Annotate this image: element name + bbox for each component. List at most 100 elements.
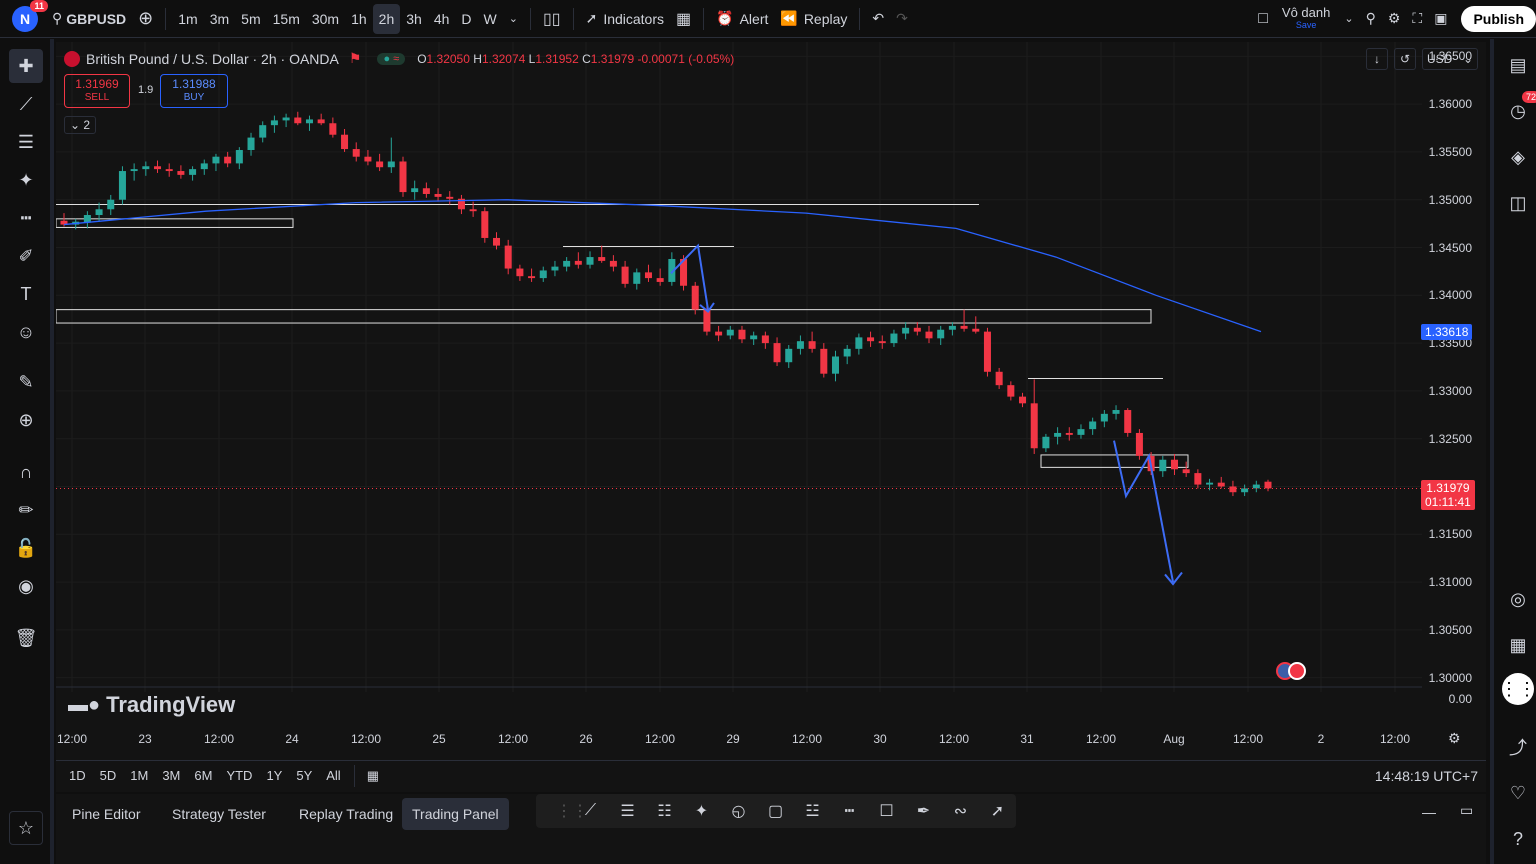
zoom-in-tool[interactable]: ⊕ xyxy=(9,403,43,437)
snapshot-button[interactable]: ▣ xyxy=(1428,0,1453,38)
redo-button[interactable]: ↷ xyxy=(890,0,914,38)
notifications-button[interactable]: ♡ xyxy=(1502,777,1534,809)
chart-type-button[interactable]: ▯▯ xyxy=(537,0,567,38)
range-ytd[interactable]: YTD xyxy=(219,768,259,783)
sync-button[interactable]: ↺ xyxy=(1394,48,1416,70)
apps-button[interactable]: ⋮⋮ xyxy=(1500,673,1536,705)
publish-button[interactable]: Publish xyxy=(1461,5,1536,32)
path-icon[interactable]: ∾ xyxy=(942,801,979,821)
rectangle-icon[interactable]: ▢ xyxy=(757,801,794,821)
templates-button[interactable]: ▦ xyxy=(670,0,697,38)
trend-line-tool[interactable]: ⟋ xyxy=(9,87,43,121)
object-tree-button[interactable]: ◈ xyxy=(1502,141,1534,173)
range-3m[interactable]: 3M xyxy=(155,768,187,783)
timeframe-1h[interactable]: 1h xyxy=(345,4,373,34)
lock-drawings-tool[interactable]: 🔓 xyxy=(9,531,43,565)
trend-line-icon[interactable]: ⟋ xyxy=(572,802,609,820)
callout-icon[interactable]: ☐ xyxy=(868,801,905,821)
ma-price-tag: 1.33618 xyxy=(1421,323,1473,340)
compare-symbol-button[interactable]: ⊕ xyxy=(132,0,159,38)
indicators-toggle[interactable]: ⌄ 2 xyxy=(64,116,97,134)
wave-pattern-icon[interactable]: ✦ xyxy=(683,801,720,821)
fib-retracement-icon[interactable]: ☷ xyxy=(646,801,683,821)
price-axis[interactable]: 1.36500 1.36000 1.35500 1.35000 1.34500 1.340… xyxy=(1422,42,1486,706)
watchlist-button[interactable]: ▤ xyxy=(1502,49,1534,81)
chart-pane[interactable]: British Pound / U.S. Dollar · 2h · OANDA… xyxy=(56,42,1486,792)
help-button[interactable]: ? xyxy=(1502,823,1534,855)
crosshair-tool[interactable]: ✚ xyxy=(9,49,43,83)
timeframe-d[interactable]: D xyxy=(455,4,477,34)
symbol-search-button[interactable]: ⚲ GBPUSD xyxy=(46,0,132,38)
settings-button[interactable]: ⚙ xyxy=(1382,0,1407,38)
parallel-channel-icon[interactable]: ☰ xyxy=(609,801,646,821)
undo-button[interactable]: ↶ xyxy=(866,0,890,38)
timeframe-30m[interactable]: 30m xyxy=(306,4,345,34)
stay-drawing-tool[interactable]: ✏ xyxy=(9,493,43,527)
range-1y[interactable]: 1Y xyxy=(259,768,289,783)
axis-settings-button[interactable]: ⚙ xyxy=(1448,730,1461,747)
calendar-button[interactable]: ▦ xyxy=(1502,629,1534,661)
market-status-icon[interactable]: ● ≈ xyxy=(377,52,406,65)
layout-select-button[interactable]: □ Vô danh Save ⌄ xyxy=(1252,0,1359,38)
time-axis[interactable]: 12:00 23 12:00 24 12:00 25 12:00 26 12:00 29 12:00… xyxy=(56,732,1422,752)
icon-tool[interactable]: ☺ xyxy=(9,315,43,349)
fib-tool[interactable]: ☰ xyxy=(9,125,43,159)
pen-icon[interactable]: ✒ xyxy=(905,801,942,821)
magnet-tool[interactable]: ∩ xyxy=(9,455,43,489)
replay-button[interactable]: ⏪ Replay xyxy=(774,0,853,38)
goto-date-button[interactable]: ▦ xyxy=(361,768,385,784)
fullscreen-button[interactable]: ⛶ xyxy=(1406,0,1428,38)
ray-icon[interactable]: ➚ xyxy=(979,801,1016,821)
alert-button[interactable]: ⏰ Alert xyxy=(710,0,774,38)
events-icon[interactable] xyxy=(1276,662,1308,682)
timeframe-1m[interactable]: 1m xyxy=(172,4,203,34)
stream-button[interactable]: ⤴ xyxy=(1502,731,1534,763)
timezone-clock[interactable]: 14:48:19 UTC+7 xyxy=(1375,768,1478,784)
minimize-panel-button[interactable]: — xyxy=(1422,804,1436,820)
timeframe-dropdown-button[interactable]: ⌄ xyxy=(503,0,524,38)
indicators-button[interactable]: ➚ Indicators xyxy=(580,0,670,38)
hide-drawings-tool[interactable]: ◉ xyxy=(9,569,43,603)
drag-handle-icon[interactable]: ⋮⋮ xyxy=(556,801,588,821)
tab-replay-trading[interactable]: Replay Trading xyxy=(289,798,403,830)
timeframe-2h[interactable]: 2h xyxy=(372,3,401,34)
range-1m[interactable]: 1M xyxy=(123,768,155,783)
range-1d[interactable]: 1D xyxy=(62,768,93,783)
quick-search-button[interactable]: ⚲ xyxy=(1360,0,1382,38)
sell-button[interactable]: 1.31969 SELL xyxy=(64,74,130,108)
pattern-tool[interactable]: ✦ xyxy=(9,163,43,197)
brush-tool[interactable]: ✐ xyxy=(9,239,43,273)
buy-button[interactable]: 1.31988 BUY xyxy=(160,74,228,108)
alerts-button[interactable]: ◷ 72 xyxy=(1502,91,1536,127)
favorites-tool[interactable]: ☆ xyxy=(9,811,43,845)
timeframe-3h[interactable]: 3h xyxy=(400,4,428,34)
long-position-icon[interactable]: ┅ xyxy=(831,801,868,821)
measure-tool[interactable]: ✎ xyxy=(9,365,43,399)
timeframe-15m[interactable]: 15m xyxy=(267,4,306,34)
chart-canvas[interactable] xyxy=(56,42,1422,732)
fib-lines-icon[interactable]: ☳ xyxy=(794,801,831,821)
user-avatar[interactable]: N 11 xyxy=(12,0,48,32)
timeframe-3m[interactable]: 3m xyxy=(204,4,235,34)
remove-drawings-tool[interactable]: 🗑 xyxy=(9,621,43,655)
range-5y[interactable]: 5Y xyxy=(289,768,319,783)
maximize-panel-button[interactable]: ▭ xyxy=(1460,802,1473,819)
range-6m[interactable]: 6M xyxy=(187,768,219,783)
chat-button[interactable]: ◫ xyxy=(1502,187,1534,219)
tab-strategy-tester[interactable]: Strategy Tester xyxy=(162,798,276,830)
timeframe-5m[interactable]: 5m xyxy=(235,4,266,34)
range-5d[interactable]: 5D xyxy=(93,768,124,783)
range-all[interactable]: All xyxy=(319,768,347,783)
tab-trading-panel[interactable]: Trading Panel xyxy=(402,798,509,830)
timeframe-4h[interactable]: 4h xyxy=(428,4,456,34)
symbol-title[interactable]: British Pound / U.S. Dollar · 2h · OANDA xyxy=(86,51,339,67)
square-icon: □ xyxy=(1258,9,1268,27)
tab-pine-editor[interactable]: Pine Editor xyxy=(62,798,150,830)
arc-icon[interactable]: ◵ xyxy=(720,801,757,821)
forecast-tool[interactable]: ┅ xyxy=(9,201,43,235)
download-button[interactable]: ↓ xyxy=(1366,48,1388,70)
candle-body xyxy=(504,245,512,269)
timeframe-w[interactable]: W xyxy=(478,4,503,34)
ideas-button[interactable]: ◎ xyxy=(1502,583,1534,615)
text-tool[interactable]: T xyxy=(9,277,43,311)
